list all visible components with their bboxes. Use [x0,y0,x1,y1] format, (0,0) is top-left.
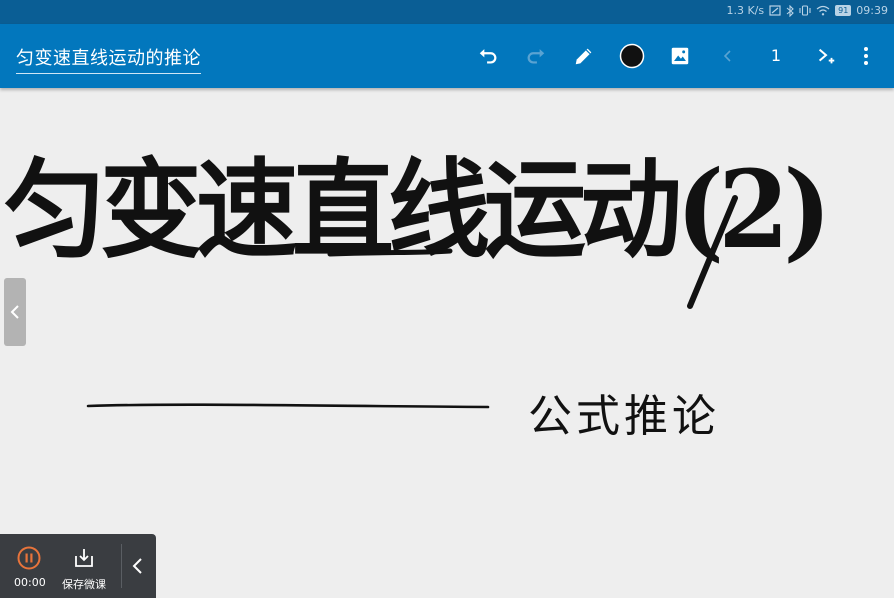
pause-record-button[interactable]: 00:00 [14,546,46,589]
pen-tool-button[interactable] [568,40,600,72]
add-page-icon [818,48,835,64]
handwritten-subtitle: 公式推论 [528,391,720,442]
page-number: 1 [770,46,782,65]
vibrate-icon [799,5,811,16]
more-icon [864,47,868,65]
color-circle-icon [619,43,645,69]
add-page-button[interactable] [810,40,842,72]
bluetooth-icon [786,4,794,17]
download-icon [75,549,93,567]
wifi-icon [816,5,830,16]
undo-icon [479,49,497,64]
recording-panel: 00:00 保存微课 [0,534,156,598]
pause-icon [17,546,41,570]
redo-icon [527,49,545,64]
status-bar: 1.3 K/s 91 09:39 [0,0,894,24]
ink-strokes [86,195,738,409]
side-panel-toggle[interactable] [4,278,26,346]
insert-image-button[interactable] [664,40,696,72]
network-speed: 1.3 K/s [726,4,765,17]
undo-button[interactable] [472,40,504,72]
whiteboard-canvas[interactable]: 匀变速直线运动(2) 公式推论 [0,88,894,598]
chevron-left-icon [132,558,142,574]
document-title[interactable]: 匀变速直线运动的推论 [16,44,201,74]
prev-page-button[interactable] [712,40,744,72]
clock: 09:39 [856,4,888,17]
nfc-icon [769,5,781,16]
pencil-icon [575,48,592,65]
app-toolbar: 匀变速直线运动的推论 1 [0,24,894,88]
save-lesson-button[interactable]: 保存微课 [56,546,112,592]
image-icon [671,47,689,65]
record-timer: 00:00 [14,576,46,589]
battery-icon: 91 [835,5,852,16]
divider [121,544,122,588]
save-lesson-label: 保存微课 [62,578,106,591]
more-options-button[interactable] [850,40,882,72]
redo-button[interactable] [520,40,552,72]
collapse-panel-button[interactable] [128,556,148,576]
chevron-left-icon [10,305,19,319]
pen-color-button[interactable] [616,40,648,72]
prev-page-icon [723,50,731,62]
